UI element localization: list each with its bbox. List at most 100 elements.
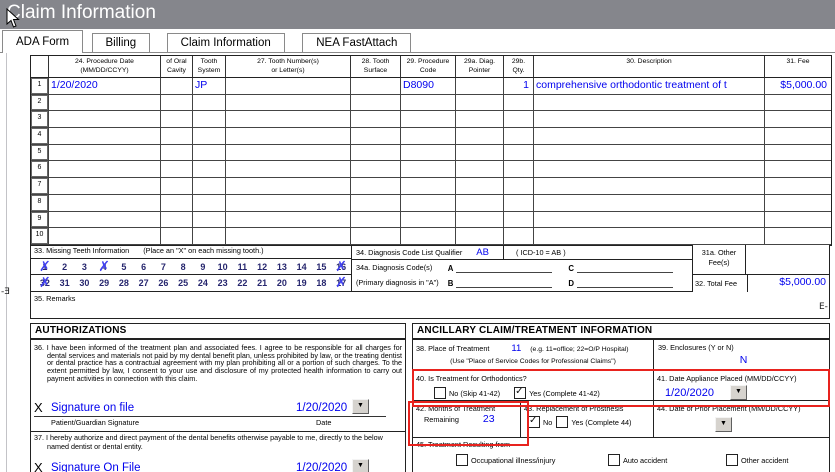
cell-tooth[interactable]	[226, 161, 351, 179]
diagnosis-qualifier-value[interactable]: AB	[476, 247, 489, 258]
cell-pointer[interactable]	[456, 178, 504, 195]
cell-system[interactable]	[193, 228, 226, 245]
tab-ada-form[interactable]: ADA Form	[2, 30, 84, 53]
cell-system[interactable]	[193, 128, 226, 145]
cell-tooth[interactable]	[226, 178, 351, 195]
cell-surface[interactable]	[351, 111, 401, 129]
patient-signature-date[interactable]: 1/20/2020	[296, 402, 347, 414]
tooth-1[interactable]: 1 ✗	[35, 258, 55, 274]
cell-date[interactable]	[49, 194, 161, 212]
place-of-treatment-value[interactable]: 11	[511, 343, 521, 354]
cell-oral[interactable]	[161, 78, 193, 95]
cell-desc[interactable]	[534, 111, 765, 129]
cell-date[interactable]	[49, 94, 161, 112]
cell-desc[interactable]	[534, 144, 765, 162]
tooth-18[interactable]: 18	[312, 278, 332, 288]
cell-code[interactable]	[401, 161, 456, 179]
tooth-24[interactable]: 24	[193, 278, 213, 288]
cell-surface[interactable]	[351, 78, 401, 95]
cell-tooth[interactable]	[226, 111, 351, 129]
tooth-9[interactable]: 9	[193, 262, 213, 272]
cell-system[interactable]	[193, 211, 226, 229]
cell-desc[interactable]	[534, 194, 765, 212]
tooth-3[interactable]: 3	[75, 262, 95, 272]
tooth-29[interactable]: 29	[94, 278, 114, 288]
cell-pointer[interactable]	[456, 94, 504, 112]
cell-surface[interactable]	[351, 128, 401, 145]
cell-tooth[interactable]	[226, 128, 351, 145]
cell-oral[interactable]	[161, 178, 193, 195]
cell-surface[interactable]	[351, 178, 401, 195]
occupational-illness-checkbox[interactable]	[456, 454, 468, 466]
remarks-section[interactable]: 35. Remarks	[30, 292, 830, 319]
cell-system[interactable]	[193, 178, 226, 195]
cell-pointer[interactable]	[456, 194, 504, 212]
months-remaining-value[interactable]: 23	[483, 413, 495, 425]
cell-fee[interactable]	[765, 228, 831, 245]
tooth-22[interactable]: 22	[233, 278, 253, 288]
cell-oral[interactable]	[161, 144, 193, 162]
cell-system[interactable]	[193, 161, 226, 179]
cell-desc[interactable]	[534, 228, 765, 245]
cell-date[interactable]: 1/20/2020	[49, 78, 161, 95]
cell-surface[interactable]	[351, 194, 401, 212]
cell-code[interactable]	[401, 178, 456, 195]
cell-surface[interactable]	[351, 161, 401, 179]
cell-fee[interactable]	[765, 95, 831, 112]
cell-qty[interactable]	[504, 194, 534, 212]
cell-code[interactable]	[401, 128, 456, 145]
cell-code[interactable]	[401, 211, 456, 229]
cell-qty[interactable]	[504, 128, 534, 145]
cell-desc[interactable]: comprehensive orthodontic treatment of t	[534, 78, 765, 95]
cell-date[interactable]	[49, 211, 161, 229]
cell-oral[interactable]	[161, 128, 193, 145]
cell-system[interactable]	[193, 94, 226, 112]
cell-pointer[interactable]	[456, 111, 504, 129]
cell-oral[interactable]	[161, 211, 193, 229]
cell-tooth[interactable]	[226, 78, 351, 95]
tooth-13[interactable]: 13	[272, 262, 292, 272]
tab-billing[interactable]: Billing	[91, 33, 151, 52]
cell-surface[interactable]	[351, 211, 401, 229]
patient-signature-value[interactable]: Signature on file	[51, 402, 134, 414]
cell-date[interactable]	[49, 128, 161, 145]
cell-date[interactable]	[49, 228, 161, 245]
cell-date[interactable]	[49, 161, 161, 179]
appliance-date-dropdown-button[interactable]	[729, 385, 747, 400]
cell-oral[interactable]	[161, 228, 193, 245]
cell-code[interactable]	[401, 194, 456, 212]
cell-qty[interactable]	[504, 228, 534, 245]
patient-signature-date-dropdown-button[interactable]	[352, 399, 369, 414]
tooth-6[interactable]: 6	[134, 262, 154, 272]
tab-claim-information[interactable]: Claim Information	[166, 33, 285, 52]
cell-qty[interactable]	[504, 144, 534, 162]
tooth-10[interactable]: 10	[213, 262, 233, 272]
cell-system[interactable]: JP	[193, 78, 226, 95]
subscriber-signature-date-dropdown-button[interactable]	[352, 459, 369, 472]
cell-oral[interactable]	[161, 194, 193, 212]
cell-date[interactable]	[49, 178, 161, 195]
tooth-14[interactable]: 14	[292, 262, 312, 272]
tooth-12[interactable]: 12	[252, 262, 272, 272]
tooth-8[interactable]: 8	[173, 262, 193, 272]
cell-pointer[interactable]	[456, 211, 504, 229]
other-accident-checkbox[interactable]	[726, 454, 738, 466]
cell-system[interactable]	[193, 144, 226, 162]
prior-placement-date-dropdown-button[interactable]	[715, 417, 732, 432]
tooth-28[interactable]: 28	[114, 278, 134, 288]
cell-fee[interactable]	[765, 111, 831, 129]
cell-qty[interactable]	[504, 178, 534, 195]
cell-oral[interactable]	[161, 161, 193, 179]
cell-fee[interactable]	[765, 212, 831, 229]
cell-tooth[interactable]	[226, 228, 351, 245]
cell-tooth[interactable]	[226, 194, 351, 212]
tooth-31[interactable]: 31	[55, 278, 75, 288]
cell-code[interactable]: D8090	[401, 78, 456, 95]
prosthesis-no-checkbox[interactable]: ✓	[528, 415, 540, 428]
cell-code[interactable]	[401, 144, 456, 162]
cell-desc[interactable]	[534, 211, 765, 229]
diagnosis-slot-d-field[interactable]	[577, 278, 673, 288]
cell-date[interactable]	[49, 111, 161, 129]
cell-oral[interactable]	[161, 94, 193, 112]
cell-tooth[interactable]	[226, 144, 351, 162]
